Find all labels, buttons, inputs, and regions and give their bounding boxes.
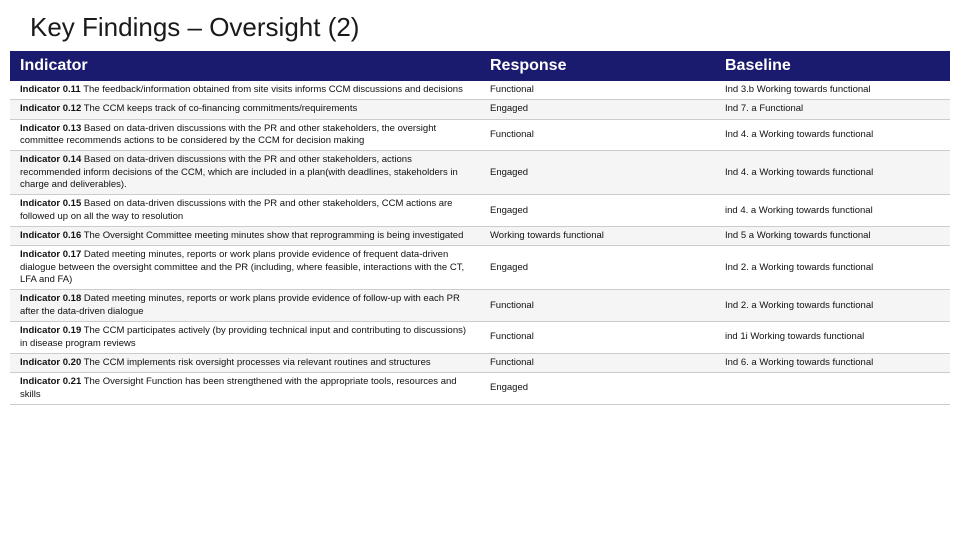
response-cell: Engaged [480, 373, 715, 405]
title-bar: Key Findings – Oversight (2) [0, 0, 960, 51]
table-row: Indicator 0.11 The feedback/information … [10, 81, 950, 100]
baseline-cell: Ind 6. a Working towards functional [715, 353, 950, 372]
response-cell: Engaged [480, 151, 715, 195]
baseline-cell: Ind 2. a Working towards functional [715, 290, 950, 322]
response-cell: Functional [480, 290, 715, 322]
indicator-cell: Indicator 0.21 The Oversight Function ha… [10, 373, 480, 405]
indicator-cell: Indicator 0.15 Based on data-driven disc… [10, 195, 480, 227]
page-title: Key Findings – Oversight (2) [30, 12, 930, 43]
table-row: Indicator 0.15 Based on data-driven disc… [10, 195, 950, 227]
response-cell: Engaged [480, 195, 715, 227]
table-row: Indicator 0.14 Based on data-driven disc… [10, 151, 950, 195]
response-cell: Functional [480, 119, 715, 151]
page-container: Key Findings – Oversight (2) Indicator R… [0, 0, 960, 540]
indicator-cell: Indicator 0.18 Dated meeting minutes, re… [10, 290, 480, 322]
baseline-cell: Ind 5 a Working towards functional [715, 227, 950, 246]
col-header-response: Response [480, 51, 715, 81]
indicator-cell: Indicator 0.14 Based on data-driven disc… [10, 151, 480, 195]
col-header-indicator: Indicator [10, 51, 480, 81]
response-cell: Engaged [480, 246, 715, 290]
baseline-cell: ind 1i Working towards functional [715, 322, 950, 354]
table-row: Indicator 0.16 The Oversight Committee m… [10, 227, 950, 246]
table-row: Indicator 0.12 The CCM keeps track of co… [10, 100, 950, 119]
table-row: Indicator 0.18 Dated meeting minutes, re… [10, 290, 950, 322]
response-cell: Functional [480, 353, 715, 372]
response-cell: Engaged [480, 100, 715, 119]
table-container: Indicator Response Baseline Indicator 0.… [0, 51, 960, 540]
table-row: Indicator 0.20 The CCM implements risk o… [10, 353, 950, 372]
indicator-cell: Indicator 0.19 The CCM participates acti… [10, 322, 480, 354]
findings-table: Indicator Response Baseline Indicator 0.… [10, 51, 950, 405]
table-header-row: Indicator Response Baseline [10, 51, 950, 81]
table-row: Indicator 0.13 Based on data-driven disc… [10, 119, 950, 151]
table-row: Indicator 0.21 The Oversight Function ha… [10, 373, 950, 405]
indicator-cell: Indicator 0.17 Dated meeting minutes, re… [10, 246, 480, 290]
baseline-cell: Ind 4. a Working towards functional [715, 119, 950, 151]
col-header-baseline: Baseline [715, 51, 950, 81]
baseline-cell [715, 373, 950, 405]
baseline-cell: Ind 7. a Functional [715, 100, 950, 119]
baseline-cell: Ind 3.b Working towards functional [715, 81, 950, 100]
indicator-cell: Indicator 0.11 The feedback/information … [10, 81, 480, 100]
table-row: Indicator 0.17 Dated meeting minutes, re… [10, 246, 950, 290]
table-row: Indicator 0.19 The CCM participates acti… [10, 322, 950, 354]
response-cell: Functional [480, 81, 715, 100]
indicator-cell: Indicator 0.20 The CCM implements risk o… [10, 353, 480, 372]
indicator-cell: Indicator 0.13 Based on data-driven disc… [10, 119, 480, 151]
response-cell: Working towards functional [480, 227, 715, 246]
indicator-cell: Indicator 0.12 The CCM keeps track of co… [10, 100, 480, 119]
indicator-cell: Indicator 0.16 The Oversight Committee m… [10, 227, 480, 246]
response-cell: Functional [480, 322, 715, 354]
baseline-cell: Ind 2. a Working towards functional [715, 246, 950, 290]
baseline-cell: ind 4. a Working towards functional [715, 195, 950, 227]
baseline-cell: Ind 4. a Working towards functional [715, 151, 950, 195]
